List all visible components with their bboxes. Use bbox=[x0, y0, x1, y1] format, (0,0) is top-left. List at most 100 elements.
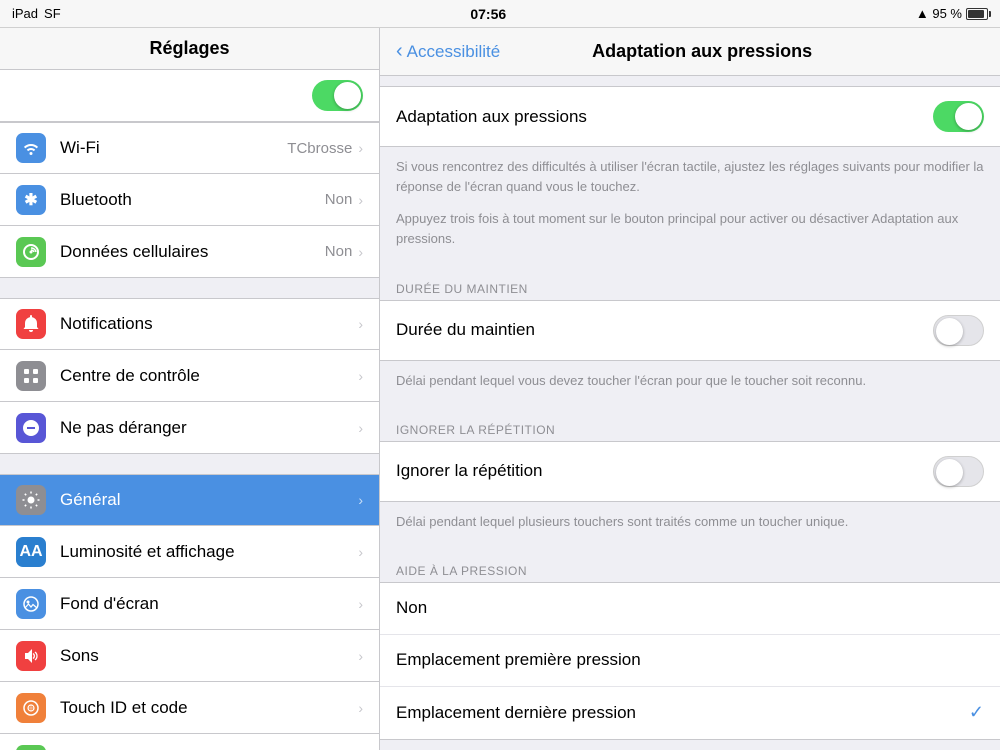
touchid-icon bbox=[16, 693, 46, 723]
sidebar-item-control[interactable]: Centre de contrôle › bbox=[0, 350, 379, 402]
duree-header: DURÉE DU MAINTIEN bbox=[380, 272, 1000, 300]
sounds-label: Sons bbox=[60, 646, 358, 666]
sidebar-title: Réglages bbox=[0, 28, 379, 70]
aide-row-premiere[interactable]: Emplacement première pression bbox=[380, 635, 1000, 687]
aide-non-label: Non bbox=[396, 598, 984, 618]
wallpaper-icon bbox=[16, 589, 46, 619]
main-toggle-row: Adaptation aux pressions bbox=[380, 87, 1000, 146]
back-chevron: ‹ bbox=[396, 40, 403, 63]
sidebar-group-prefs: Général › AA Luminosité et affichage › bbox=[0, 474, 379, 750]
sidebar-partial-row bbox=[0, 70, 379, 122]
aide-row-non[interactable]: Non bbox=[380, 583, 1000, 635]
duree-row: Durée du maintien bbox=[380, 301, 1000, 360]
battery-menu-icon bbox=[16, 745, 46, 750]
ignorer-card: Ignorer la répétition bbox=[380, 441, 1000, 502]
sidebar-item-battery[interactable]: Batterie › bbox=[0, 734, 379, 750]
main-section: Adaptation aux pressions Si vous rencont… bbox=[380, 86, 1000, 262]
wallpaper-chevron: › bbox=[358, 596, 363, 612]
brightness-label: Luminosité et affichage bbox=[60, 542, 358, 562]
sidebar-item-sounds[interactable]: Sons › bbox=[0, 630, 379, 682]
right-header: ‹ Accessibilité Adaptation aux pressions bbox=[380, 28, 1000, 76]
divider-2 bbox=[0, 454, 379, 474]
notif-icon bbox=[16, 309, 46, 339]
sidebar-item-touchid[interactable]: Touch ID et code › bbox=[0, 682, 379, 734]
touchid-chevron: › bbox=[358, 700, 363, 716]
notifications-chevron: › bbox=[358, 316, 363, 332]
bluetooth-value: Non bbox=[325, 191, 353, 208]
status-bar-right: ▲ 95 % bbox=[916, 6, 988, 21]
ignorer-row: Ignorer la répétition bbox=[380, 442, 1000, 501]
main-toggle-card: Adaptation aux pressions bbox=[380, 86, 1000, 147]
sidebar-group-network: Wi-Fi TCbrosse › ✱ Bluetooth Non › bbox=[0, 122, 379, 278]
cellular-chevron: › bbox=[358, 244, 363, 260]
sidebar-item-cellular[interactable]: Données cellulaires Non › bbox=[0, 226, 379, 278]
status-time: 07:56 bbox=[470, 6, 506, 22]
aide-derniere-label: Emplacement dernière pression bbox=[396, 703, 969, 723]
aide-derniere-checkmark: ✓ bbox=[969, 702, 984, 723]
dnd-label: Ne pas déranger bbox=[60, 418, 358, 438]
ignorer-header: IGNORER LA RÉPÉTITION bbox=[380, 413, 1000, 441]
sidebar-item-wallpaper[interactable]: Fond d'écran › bbox=[0, 578, 379, 630]
ignorer-description: Délai pendant lequel plusieurs touchers … bbox=[380, 502, 1000, 544]
status-bar-left: iPad SF bbox=[12, 6, 61, 21]
right-panel: ‹ Accessibilité Adaptation aux pressions… bbox=[380, 28, 1000, 750]
general-icon bbox=[16, 485, 46, 515]
sidebar-item-wifi[interactable]: Wi-Fi TCbrosse › bbox=[0, 122, 379, 174]
partial-toggle[interactable] bbox=[312, 80, 363, 111]
cellular-label: Données cellulaires bbox=[60, 242, 325, 262]
ignorer-toggle[interactable] bbox=[933, 456, 984, 487]
duree-section: DURÉE DU MAINTIEN Durée du maintien Déla… bbox=[380, 272, 1000, 403]
duree-description: Délai pendant lequel vous devez toucher … bbox=[380, 361, 1000, 403]
signal-icon: ▲ 95 % bbox=[916, 6, 962, 21]
ignorer-section: IGNORER LA RÉPÉTITION Ignorer la répétit… bbox=[380, 413, 1000, 544]
bluetooth-label: Bluetooth bbox=[60, 190, 325, 210]
duree-card: Durée du maintien bbox=[380, 300, 1000, 361]
back-label: Accessibilité bbox=[407, 42, 501, 62]
sounds-icon bbox=[16, 641, 46, 671]
sidebar-item-bluetooth[interactable]: ✱ Bluetooth Non › bbox=[0, 174, 379, 226]
touchid-label: Touch ID et code bbox=[60, 698, 358, 718]
aide-row-derniere[interactable]: Emplacement dernière pression ✓ bbox=[380, 687, 1000, 739]
sidebar-group-system: Notifications › Centre de contrôle › bbox=[0, 298, 379, 454]
bluetooth-chevron: › bbox=[358, 192, 363, 208]
duree-label: Durée du maintien bbox=[396, 320, 933, 340]
wifi-icon bbox=[16, 133, 46, 163]
general-chevron: › bbox=[358, 492, 363, 508]
battery-icon bbox=[966, 8, 988, 20]
carrier-label: SF bbox=[44, 6, 61, 21]
aide-header: AIDE À LA PRESSION bbox=[380, 554, 1000, 582]
back-button[interactable]: ‹ Accessibilité bbox=[396, 40, 500, 63]
sidebar-item-dnd[interactable]: Ne pas déranger › bbox=[0, 402, 379, 454]
notifications-label: Notifications bbox=[60, 314, 358, 334]
sidebar-item-general[interactable]: Général › bbox=[0, 474, 379, 526]
main-description-2: Appuyez trois fois à tout moment sur le … bbox=[380, 209, 1000, 261]
sounds-chevron: › bbox=[358, 648, 363, 664]
aide-premiere-label: Emplacement première pression bbox=[396, 650, 984, 670]
general-label: Général bbox=[60, 490, 358, 510]
wallpaper-label: Fond d'écran bbox=[60, 594, 358, 614]
control-label: Centre de contrôle bbox=[60, 366, 358, 386]
brightness-chevron: › bbox=[358, 544, 363, 560]
dnd-chevron: › bbox=[358, 420, 363, 436]
brightness-icon: AA bbox=[16, 537, 46, 567]
bluetooth-icon: ✱ bbox=[16, 185, 46, 215]
wifi-chevron: › bbox=[358, 140, 363, 156]
right-panel-title: Adaptation aux pressions bbox=[500, 41, 904, 62]
main-toggle-switch[interactable] bbox=[933, 101, 984, 132]
aide-section: AIDE À LA PRESSION Non Emplacement premi… bbox=[380, 554, 1000, 750]
sidebar-item-brightness[interactable]: AA Luminosité et affichage › bbox=[0, 526, 379, 578]
aide-description: Activez Aide à la pression pour que tout… bbox=[380, 740, 1000, 750]
main-toggle-label: Adaptation aux pressions bbox=[396, 107, 933, 127]
cellular-icon bbox=[16, 237, 46, 267]
sidebar: Réglages Wi-Fi TCbrosse › ✱ bbox=[0, 28, 380, 750]
aide-card: Non Emplacement première pression Emplac… bbox=[380, 582, 1000, 740]
dnd-icon bbox=[16, 413, 46, 443]
sidebar-item-notifications[interactable]: Notifications › bbox=[0, 298, 379, 350]
control-chevron: › bbox=[358, 368, 363, 384]
wifi-value: TCbrosse bbox=[287, 140, 352, 157]
control-icon bbox=[16, 361, 46, 391]
device-label: iPad bbox=[12, 6, 38, 21]
duree-toggle[interactable] bbox=[933, 315, 984, 346]
divider-1 bbox=[0, 278, 379, 298]
cellular-value: Non bbox=[325, 243, 353, 260]
